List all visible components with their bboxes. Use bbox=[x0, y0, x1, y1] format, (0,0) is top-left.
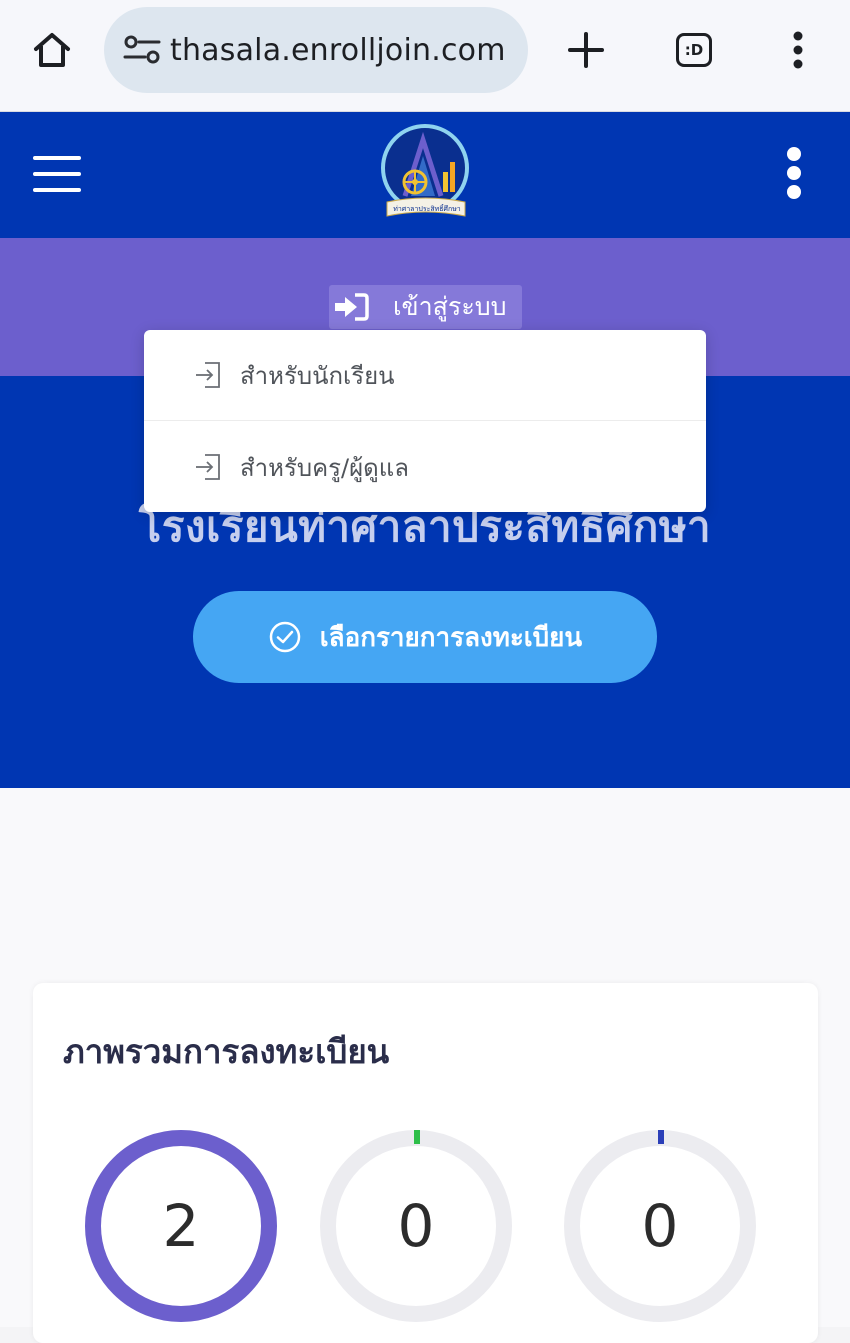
login-dropdown: สำหรับนักเรียน สำหรับครู/ผู้ดูแล bbox=[144, 330, 706, 512]
stat-ring-total: 2 bbox=[83, 1128, 279, 1324]
login-student-item[interactable]: สำหรับนักเรียน bbox=[144, 330, 706, 421]
stat-value: 0 bbox=[641, 1192, 679, 1260]
tune-icon[interactable] bbox=[122, 30, 162, 70]
url-text: thasala.enrolljoin.com bbox=[170, 32, 506, 68]
login-teacher-item[interactable]: สำหรับครู/ผู้ดูแล bbox=[144, 422, 706, 512]
home-icon[interactable] bbox=[22, 20, 82, 80]
kebab-menu-icon[interactable] bbox=[780, 147, 808, 199]
sign-in-icon bbox=[194, 452, 224, 482]
select-registration-button[interactable]: เลือกรายการลงทะเบียน bbox=[193, 591, 657, 683]
stat-value: 2 bbox=[162, 1192, 200, 1260]
browser-toolbar: thasala.enrolljoin.com :D bbox=[0, 0, 850, 112]
school-logo[interactable]: ท่าศาลาประสิทธิ์ศึกษา bbox=[379, 122, 473, 230]
stat-value: 0 bbox=[397, 1192, 435, 1260]
tab-count-label: :D bbox=[676, 33, 712, 67]
login-teacher-label: สำหรับครู/ผู้ดูแล bbox=[240, 453, 409, 482]
select-registration-label: เลือกรายการลงทะเบียน bbox=[319, 622, 583, 653]
content-area: ภาพรวมการลงทะเบียน 2 0 0 bbox=[0, 788, 850, 1343]
address-bar[interactable]: thasala.enrolljoin.com bbox=[104, 7, 528, 93]
sign-in-icon bbox=[333, 292, 369, 322]
kebab-menu-icon[interactable] bbox=[768, 20, 828, 80]
sign-in-icon bbox=[194, 360, 224, 390]
logo-text: ท่าศาลาประสิทธิ์ศึกษา bbox=[393, 205, 461, 213]
app-header: ท่าศาลาประสิทธิ์ศึกษา bbox=[0, 112, 850, 238]
hamburger-icon[interactable] bbox=[33, 154, 83, 194]
plus-icon[interactable] bbox=[556, 20, 616, 80]
overview-title: ภาพรวมการลงทะเบียน bbox=[63, 1032, 390, 1071]
login-label: เข้าสู่ระบบ bbox=[393, 292, 507, 321]
overview-card: ภาพรวมการลงทะเบียน 2 0 0 bbox=[33, 983, 818, 1343]
login-student-label: สำหรับนักเรียน bbox=[240, 361, 395, 390]
login-button[interactable]: เข้าสู่ระบบ bbox=[329, 285, 522, 329]
tab-switcher-icon[interactable]: :D bbox=[664, 20, 724, 80]
stat-ring-pending: 0 bbox=[562, 1128, 758, 1324]
check-circle-icon bbox=[268, 620, 302, 654]
stat-ring-approved: 0 bbox=[318, 1128, 514, 1324]
